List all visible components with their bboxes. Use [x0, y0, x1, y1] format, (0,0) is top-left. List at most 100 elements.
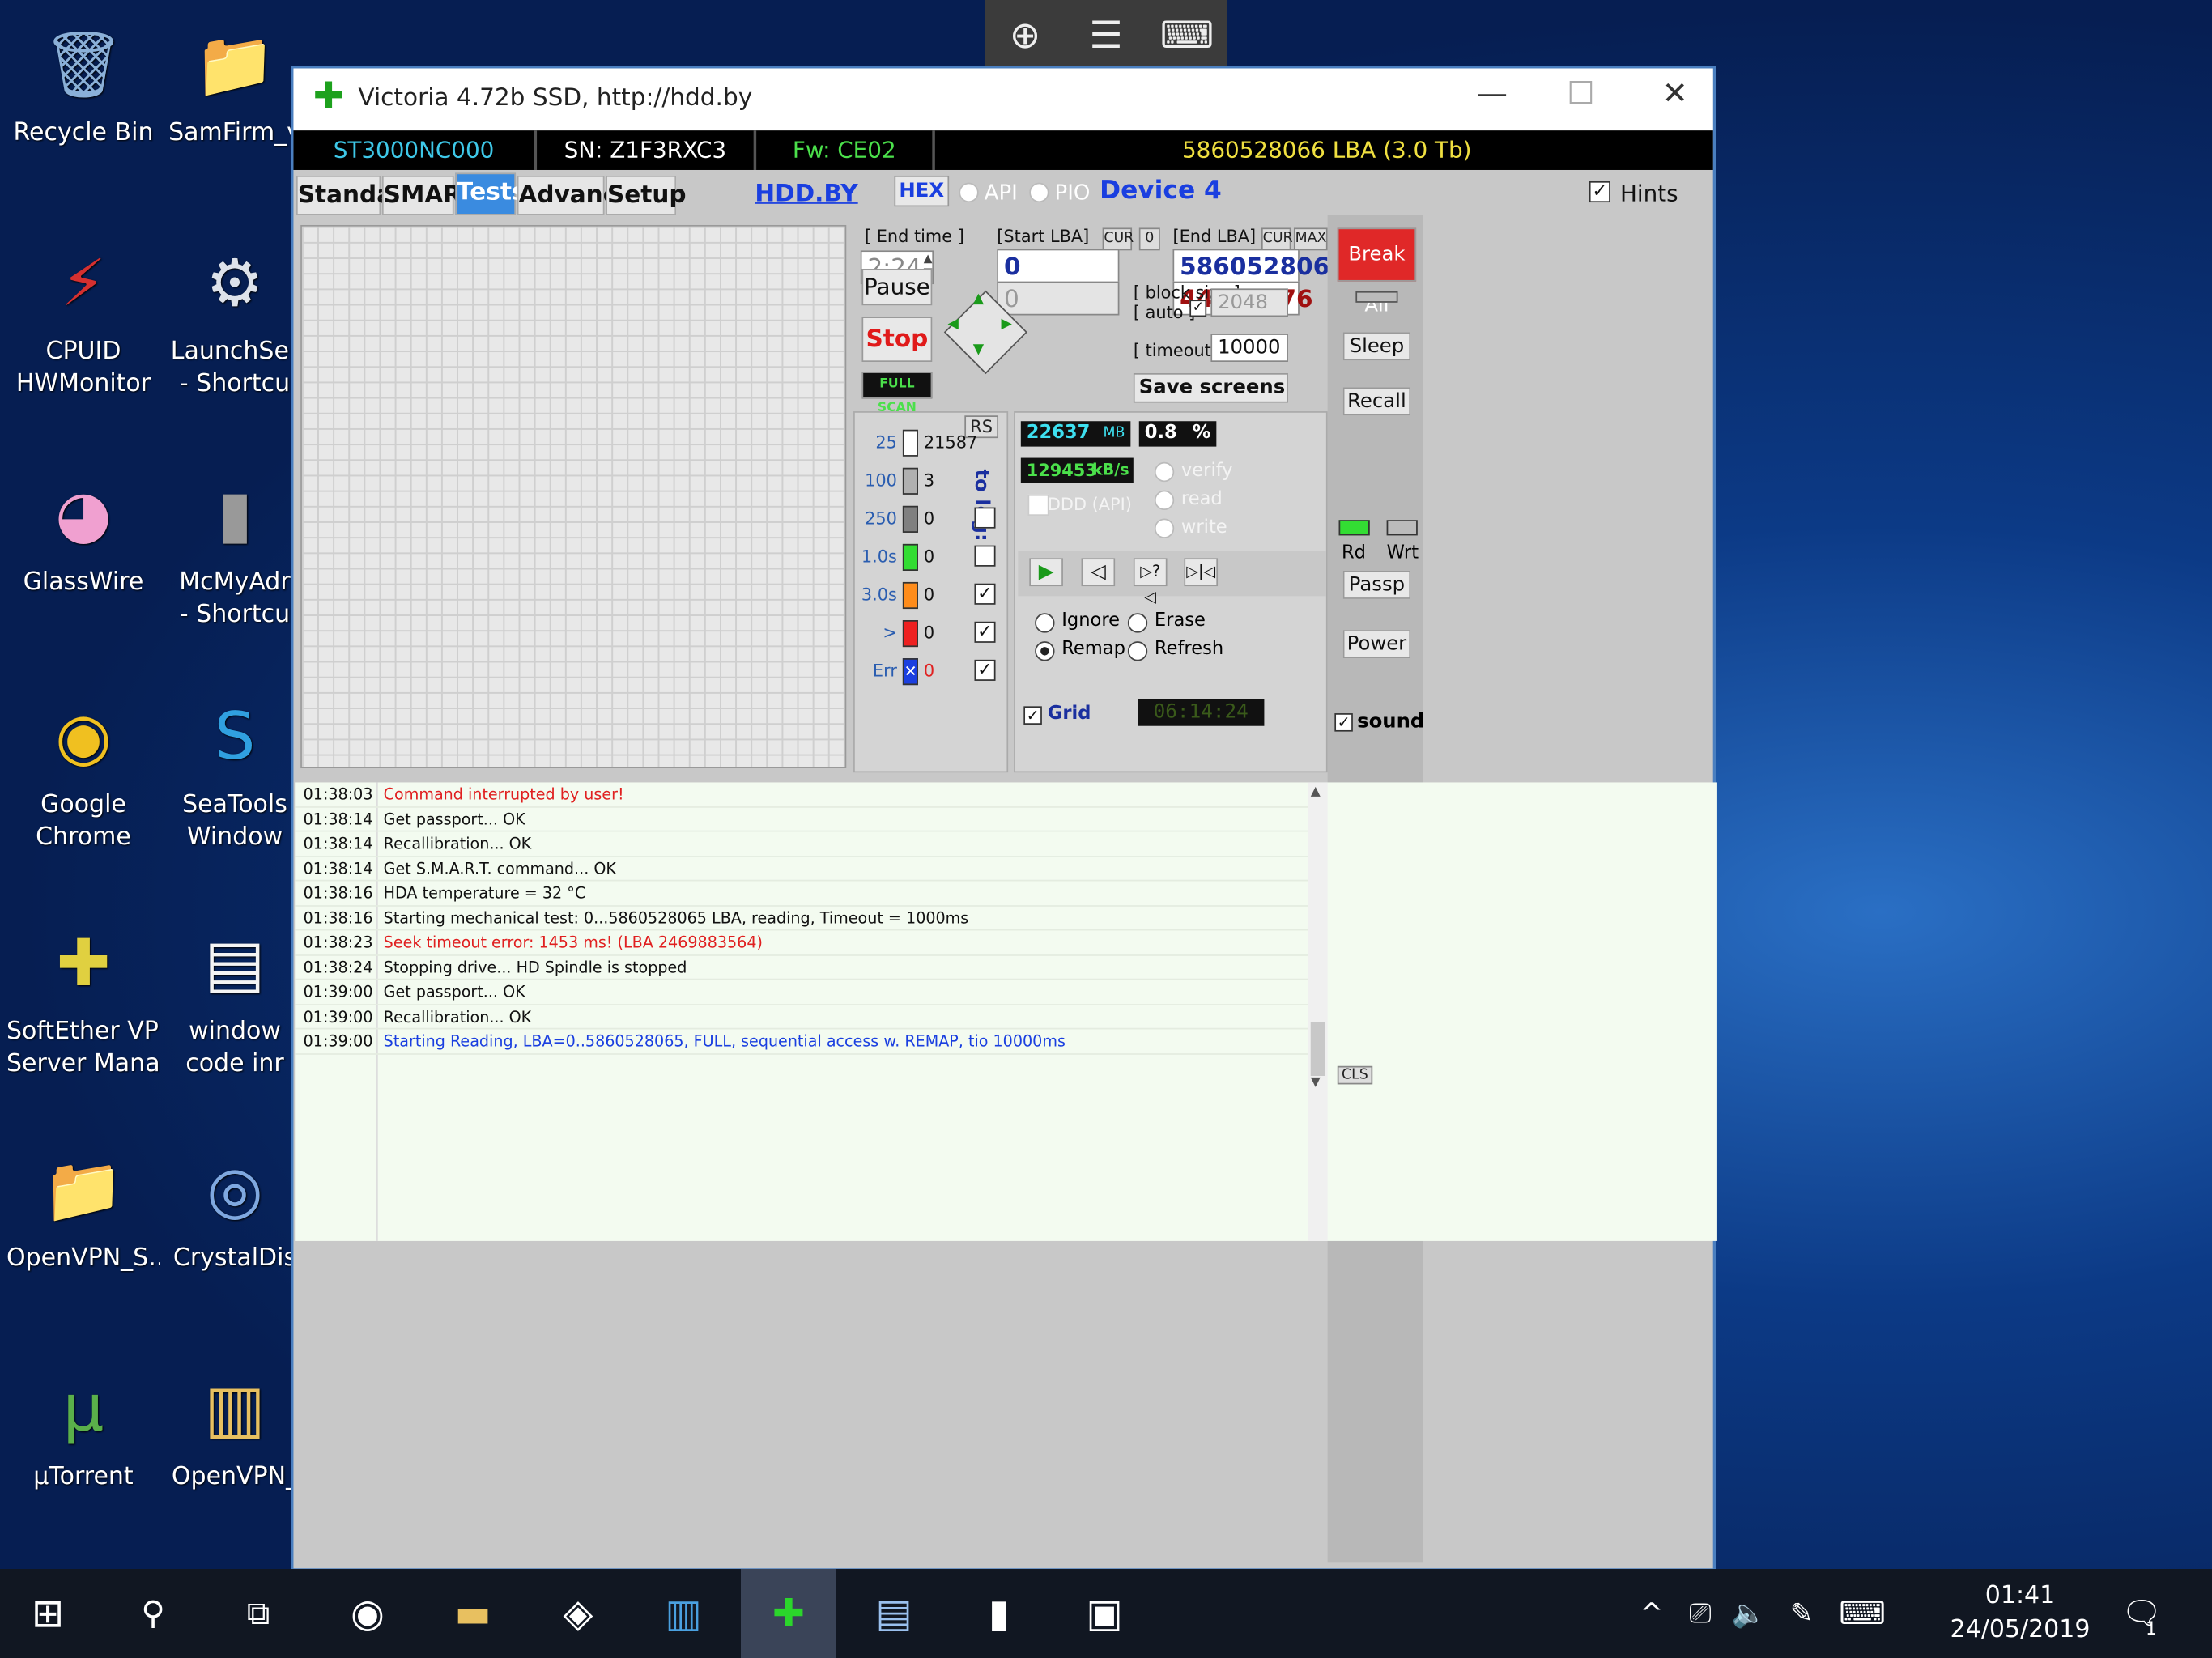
- rewind-button[interactable]: ◁: [1081, 558, 1116, 587]
- timeout-select[interactable]: 10000: [1210, 334, 1288, 363]
- tab-tests[interactable]: Tests: [455, 172, 526, 215]
- erase-radio[interactable]: [1127, 613, 1148, 633]
- sound-checkbox[interactable]: ✓: [1334, 713, 1353, 732]
- log-checkbox[interactable]: [974, 545, 996, 567]
- grid-checkbox[interactable]: ✓: [1023, 706, 1042, 725]
- desktop-icon[interactable]: ⚙ LaunchSer - Shortcu: [158, 235, 312, 400]
- keyboard-icon[interactable]: ⌨: [1146, 0, 1227, 70]
- start-icon[interactable]: ⊞: [0, 1569, 96, 1658]
- read-radio[interactable]: [1154, 490, 1175, 511]
- desktop-app-icon: µ: [62, 1371, 104, 1446]
- play-button[interactable]: ▶: [1029, 558, 1063, 587]
- task-view-icon[interactable]: ⧉: [211, 1569, 306, 1658]
- ddd-api-checkbox[interactable]: [1027, 494, 1049, 517]
- building-taskbar-icon[interactable]: ▥: [636, 1569, 731, 1658]
- victoria-taskbar-icon[interactable]: ✚: [741, 1569, 836, 1658]
- start-lba-input[interactable]: 0: [997, 249, 1120, 283]
- desktop-icon[interactable]: ⚡ CPUID HWMonitor: [6, 235, 160, 400]
- log-scrollbar[interactable]: ▲ ▼: [1308, 782, 1328, 1241]
- arrow-right-icon[interactable]: ▶: [1001, 317, 1011, 332]
- volume-muted-icon[interactable]: 🔈: [1725, 1569, 1773, 1658]
- start-zero-button[interactable]: 0: [1138, 227, 1160, 251]
- zoom-icon[interactable]: ⊕: [985, 0, 1066, 70]
- tab-advanced[interactable]: Advanced: [517, 175, 650, 215]
- desktop-icon[interactable]: S SeaTools Window: [158, 688, 312, 853]
- desktop-icon[interactable]: ✚ SoftEther VPN Server Mana...: [6, 915, 160, 1080]
- maximize-button[interactable]: ☐: [1550, 77, 1611, 113]
- tray-chevron-icon[interactable]: ^: [1627, 1569, 1676, 1658]
- remap-radio[interactable]: [1035, 641, 1055, 661]
- scroll-down-icon[interactable]: ▼: [1311, 1076, 1321, 1090]
- power-button[interactable]: Power: [1342, 630, 1411, 659]
- tab-setup[interactable]: Setup: [606, 175, 687, 215]
- desktop-icon[interactable]: ▥ OpenVPN_: [158, 1360, 312, 1493]
- hdd-by-link[interactable]: HDD.BY: [755, 180, 857, 208]
- clock[interactable]: 01:41 24/05/2019: [1947, 1579, 2093, 1647]
- passp-button[interactable]: Passp: [1342, 570, 1411, 599]
- counter-label: >: [883, 623, 897, 643]
- chrome-taskbar-icon[interactable]: ◉: [320, 1569, 415, 1658]
- keyboard-tray-icon[interactable]: ⌨: [1830, 1569, 1895, 1658]
- search-icon[interactable]: ⚲: [105, 1569, 201, 1658]
- minimize-button[interactable]: —: [1461, 77, 1523, 113]
- skip-question-button[interactable]: ▷?◁: [1133, 558, 1168, 606]
- start-cur-button[interactable]: CUR: [1102, 227, 1134, 251]
- refresh-radio[interactable]: [1127, 641, 1148, 661]
- status-indicator: [1355, 291, 1398, 303]
- log-checkbox[interactable]: ✓: [974, 621, 996, 643]
- auto-block-size-checkbox[interactable]: ✓: [1189, 300, 1207, 317]
- log-checkbox[interactable]: ✓: [974, 659, 996, 681]
- desktop-icon[interactable]: 📁 SamFirm_v: [158, 16, 312, 149]
- tab-smart[interactable]: SMART: [381, 175, 477, 215]
- arrow-up-icon[interactable]: ▲: [973, 291, 984, 307]
- hex-button[interactable]: HEX: [894, 175, 950, 207]
- scroll-up-icon[interactable]: ▲: [1311, 785, 1321, 799]
- device-label[interactable]: Device 4: [1100, 176, 1222, 206]
- sleep-button[interactable]: Sleep: [1342, 332, 1411, 361]
- close-button[interactable]: ✕: [1644, 77, 1706, 113]
- save-screenshot-select[interactable]: Save screenshot: [1133, 372, 1288, 403]
- log-checkbox[interactable]: ✓: [974, 583, 996, 605]
- block-size-select[interactable]: 2048: [1210, 288, 1288, 317]
- desktop-icon[interactable]: µ µTorrent: [6, 1360, 160, 1493]
- verify-radio[interactable]: [1154, 461, 1175, 483]
- end-lba-input[interactable]: 5860528065: [1172, 249, 1346, 283]
- arrow-down-icon[interactable]: ▼: [973, 342, 984, 358]
- end-max-button[interactable]: MAX: [1293, 227, 1328, 251]
- network-tray-icon[interactable]: ⎚: [1676, 1569, 1725, 1658]
- notifications-icon[interactable]: 🗨: [2105, 1569, 2178, 1658]
- cls-button[interactable]: CLS: [1337, 1065, 1373, 1085]
- end-cur-button[interactable]: CUR: [1261, 227, 1293, 251]
- arrow-left-icon[interactable]: ◀: [947, 317, 958, 332]
- pause-button[interactable]: Pause: [861, 268, 933, 306]
- desktop-icon[interactable]: ◕ GlassWire: [6, 466, 160, 598]
- desktop-icon[interactable]: ◉ Google Chrome: [6, 688, 160, 853]
- log-message: Starting mechanical test: 0...5860528065…: [383, 908, 969, 928]
- recall-button[interactable]: Recall: [1342, 387, 1411, 416]
- pio-radio[interactable]: [1029, 182, 1049, 203]
- stop-button[interactable]: Stop: [861, 317, 933, 363]
- log-row: 01:39:00 Recallibration... OK: [295, 1005, 1308, 1030]
- pen-icon[interactable]: ✎: [1777, 1569, 1826, 1658]
- end-button[interactable]: ▷|◁: [1184, 558, 1219, 587]
- scroll-thumb[interactable]: [1310, 1022, 1325, 1076]
- api-radio[interactable]: [959, 182, 979, 203]
- tab-standard[interactable]: Standard: [296, 175, 422, 215]
- desktop-icon[interactable]: 🗑 Recycle Bin: [6, 16, 160, 149]
- box-taskbar-icon[interactable]: ▣: [1057, 1569, 1152, 1658]
- menu-icon[interactable]: ☰: [1066, 0, 1146, 70]
- network-taskbar-icon[interactable]: ▤: [846, 1569, 942, 1658]
- desktop-icon[interactable]: ▮ McMyAdr - Shortcu: [158, 466, 312, 631]
- log-checkbox[interactable]: [974, 507, 996, 529]
- tower-taskbar-icon[interactable]: ▮: [951, 1569, 1047, 1658]
- break-all-button[interactable]: Break All: [1337, 227, 1417, 317]
- hints-checkbox[interactable]: ✓: [1589, 181, 1610, 203]
- write-radio[interactable]: [1154, 518, 1175, 538]
- desktop-icon[interactable]: 📁 OpenVPN_S...: [6, 1141, 160, 1274]
- explorer-taskbar-icon[interactable]: ▬: [425, 1569, 521, 1658]
- full-scan-button[interactable]: FULL SCAN: [861, 372, 933, 415]
- ignore-radio[interactable]: [1035, 613, 1055, 633]
- desktop-icon[interactable]: ◎ CrystalDis: [158, 1141, 312, 1274]
- desktop-icon[interactable]: ▤ window code inr: [158, 915, 312, 1080]
- disk-taskbar-icon[interactable]: ◈: [530, 1569, 626, 1658]
